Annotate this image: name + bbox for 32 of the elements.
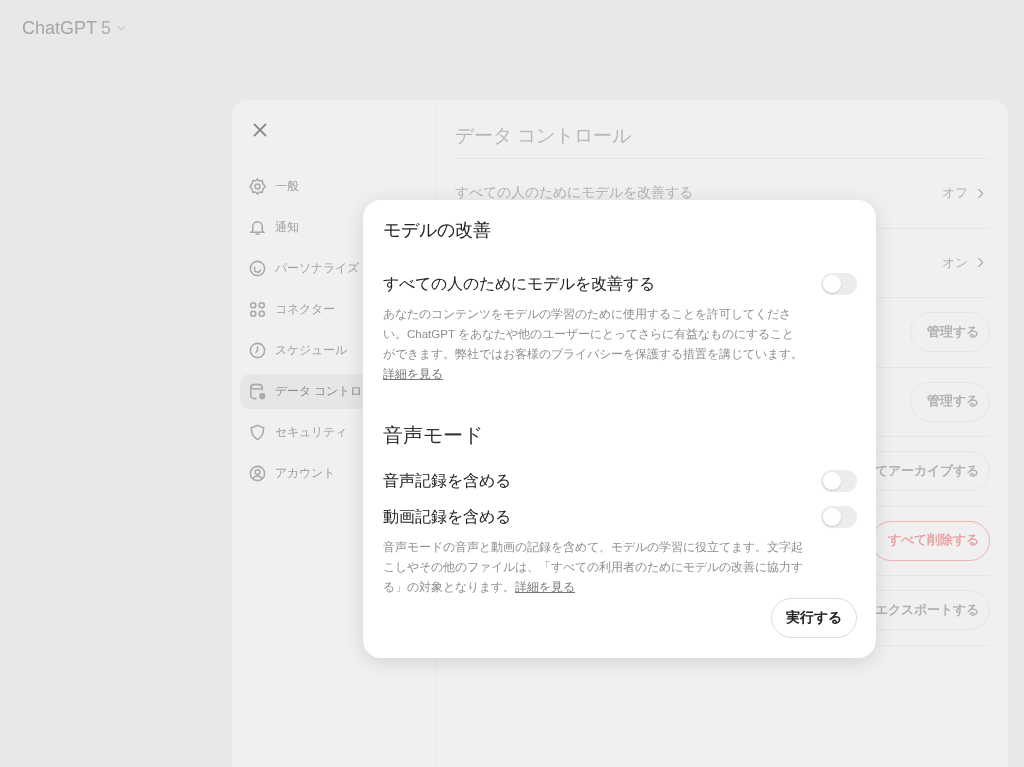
close-icon[interactable] bbox=[253, 123, 267, 137]
description: 音声モードの音声と動画の記録を含めて、モデルの学習に役立てます。文字起こしやその他のファイルは、「すべての利用者のためにモデルの改善に協力する」の対象となります。詳細を見る bbox=[383, 540, 803, 596]
setting-value[interactable]: オフ bbox=[936, 183, 990, 204]
gear-icon bbox=[248, 177, 267, 196]
action-button[interactable]: 管理する bbox=[910, 381, 990, 422]
toggle-switch[interactable] bbox=[821, 506, 857, 528]
circle-icon bbox=[248, 259, 267, 278]
caret-icon bbox=[117, 25, 127, 31]
settings-title: データ コントロール bbox=[455, 114, 990, 159]
action-button[interactable]: 管理する bbox=[910, 312, 990, 353]
setting-value[interactable]: オン bbox=[936, 252, 990, 273]
run-button[interactable]: 実行する bbox=[771, 598, 857, 638]
chevron-icon bbox=[977, 187, 984, 199]
setting-label: すべての人のためにモデルを改善する bbox=[455, 184, 693, 203]
clock-icon bbox=[248, 341, 267, 360]
connector-icon bbox=[248, 300, 267, 319]
section-heading: 音声モード bbox=[383, 423, 484, 448]
toggle-label: すべての人のためにモデルを改善する bbox=[383, 273, 655, 294]
shield-icon bbox=[248, 423, 267, 442]
toggle-label: 動画記録を含める bbox=[383, 506, 511, 527]
model-selector[interactable]: 5 bbox=[101, 17, 127, 39]
sidebar-item[interactable]: 一般 bbox=[240, 169, 428, 204]
learn-more-link[interactable]: 詳細を見る bbox=[515, 581, 575, 593]
toggle-switch[interactable] bbox=[821, 273, 857, 295]
app-title: ChatGPT bbox=[22, 17, 98, 39]
bell-icon bbox=[248, 218, 267, 237]
toggle-switch[interactable] bbox=[821, 470, 857, 492]
account-icon bbox=[248, 464, 267, 483]
database-icon bbox=[248, 382, 267, 401]
chevron-icon bbox=[977, 257, 984, 269]
section-heading: モデルの改善 bbox=[383, 219, 492, 242]
toggle-label: 音声記録を含める bbox=[383, 470, 511, 491]
